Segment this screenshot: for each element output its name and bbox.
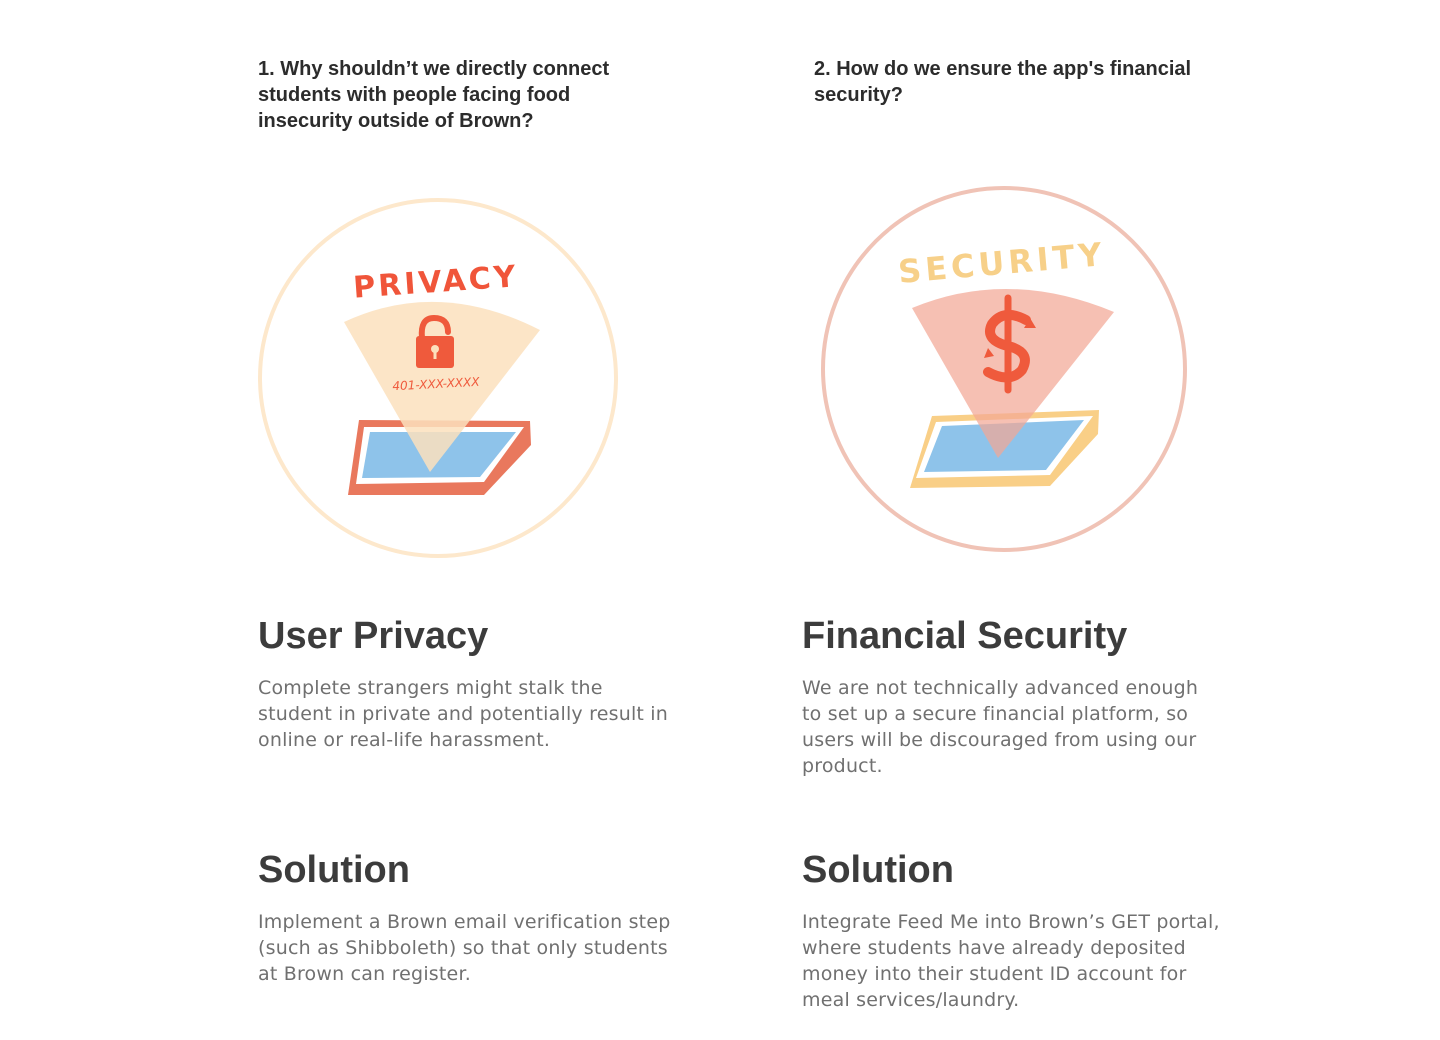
problem-title: User Privacy [258,615,489,657]
solution-description: Integrate Feed Me into Brown’s GET porta… [802,911,1220,1011]
security-column: 2. How do we ensure the app's financial … [802,0,1222,1040]
security-label: SECURITY [897,235,1107,291]
solution-title: Solution [802,849,954,891]
privacy-label: PRIVACY [352,259,519,305]
privacy-illustration: PRIVACY 401-XXX-XXXX [258,198,618,558]
problem-title: Financial Security [802,615,1128,657]
privacy-column: 1. Why shouldn’t we directly connect stu… [258,0,678,1040]
question-1: 1. Why shouldn’t we directly connect stu… [258,58,610,132]
solution-title: Solution [258,849,410,891]
solution-description: Implement a Brown email verification ste… [258,911,671,985]
security-illustration: SECURITY [821,186,1187,552]
problem-description: Complete strangers might stalk the stude… [258,677,669,751]
problem-description: We are not technically advanced enough t… [802,677,1199,777]
question-2: 2. How do we ensure the app's financial … [814,58,1192,106]
